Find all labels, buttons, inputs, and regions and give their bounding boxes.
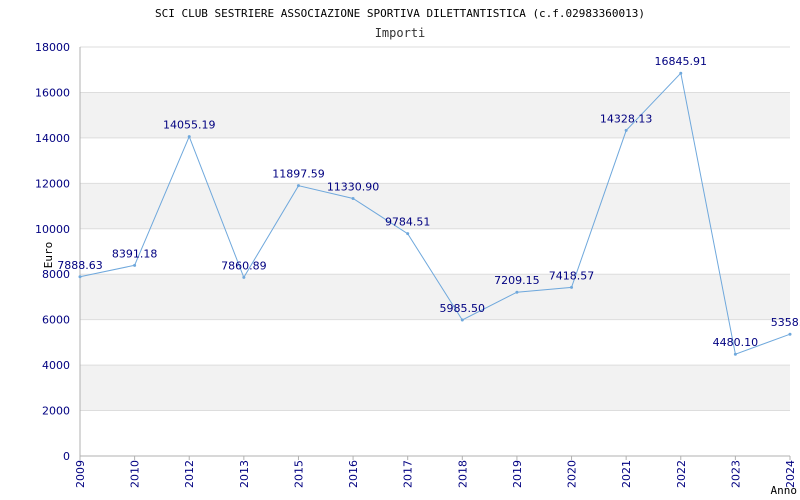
data-label: 4480.10 [713, 336, 759, 349]
data-point [679, 71, 683, 75]
data-point [515, 290, 519, 294]
x-tick-label: 2013 [238, 460, 251, 488]
y-tick-label: 12000 [35, 177, 70, 190]
data-label: 14328.13 [600, 112, 653, 125]
data-point [570, 285, 574, 289]
x-tick-label: 2015 [292, 460, 305, 488]
data-label: 16845.91 [655, 55, 708, 68]
grid-band [80, 365, 790, 411]
data-label: 9784.51 [385, 216, 431, 229]
data-point [133, 263, 137, 267]
data-label: 7888.63 [57, 259, 103, 272]
x-tick-label: 2023 [729, 460, 742, 488]
x-axis-ticks: 2009 2010 2012 2013 2015 2016 2017 2018 2019 2020… [74, 456, 797, 488]
data-point [733, 352, 737, 356]
y-axis-label: Euro [42, 242, 55, 269]
x-tick-label: 2016 [347, 460, 360, 488]
grid-band [80, 183, 790, 229]
x-tick-label: 2022 [675, 460, 688, 488]
y-tick-label: 6000 [42, 314, 70, 327]
data-point [460, 318, 464, 322]
data-label: 11897.59 [272, 168, 325, 181]
y-tick-label: 10000 [35, 223, 70, 236]
data-label: 7860.89 [221, 259, 267, 272]
data-label: 5358.5 [771, 316, 800, 329]
y-tick-label: 0 [63, 450, 70, 463]
x-axis-label: Anno [771, 484, 798, 497]
data-label: 7418.57 [549, 269, 595, 282]
x-tick-label: 2019 [511, 460, 524, 488]
data-label: 5985.50 [440, 302, 486, 315]
data-point [242, 275, 246, 279]
data-label: 7209.15 [494, 274, 540, 287]
x-tick-label: 2020 [566, 460, 579, 488]
data-point [78, 275, 82, 279]
x-tick-label: 2010 [129, 460, 142, 488]
x-tick-label: 2012 [183, 460, 196, 488]
x-tick-label: 2017 [402, 460, 415, 488]
data-point [351, 197, 355, 201]
y-tick-label: 14000 [35, 132, 70, 145]
y-tick-label: 2000 [42, 405, 70, 418]
chart-subtitle: Importi [375, 26, 426, 40]
data-point [788, 332, 792, 336]
grid-band [80, 274, 790, 320]
x-tick-label: 2021 [620, 460, 633, 488]
chart-title: SCI CLUB SESTRIERE ASSOCIAZIONE SPORTIVA… [155, 7, 645, 20]
data-label: 11330.90 [327, 181, 380, 194]
x-tick-label: 2018 [456, 460, 469, 488]
y-tick-label: 4000 [42, 359, 70, 372]
y-tick-label: 18000 [35, 41, 70, 54]
x-tick-label: 2009 [74, 460, 87, 488]
data-point [187, 135, 191, 139]
data-label: 8391.18 [112, 247, 158, 260]
data-point [624, 128, 628, 132]
data-point [296, 184, 300, 188]
y-tick-label: 16000 [35, 86, 70, 99]
data-point [406, 232, 410, 236]
line-chart: SCI CLUB SESTRIERE ASSOCIAZIONE SPORTIVA… [35, 7, 800, 497]
data-label: 14055.19 [163, 119, 216, 132]
grid-bands [80, 92, 790, 411]
